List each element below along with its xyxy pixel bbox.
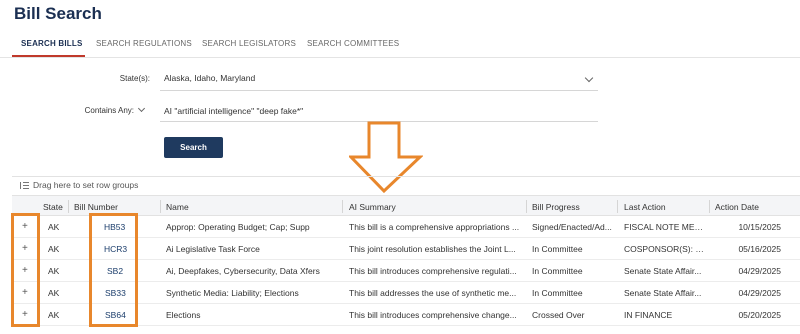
cell-name: Synthetic Media: Liability; Elections xyxy=(166,288,299,298)
column-separator[interactable] xyxy=(68,200,69,213)
cell-action-date: 05/20/2025 xyxy=(738,310,781,320)
contains-input[interactable]: AI "artificial intelligence" "deep fake*… xyxy=(164,106,303,116)
cell-ai-summary: This bill addresses the use of synthetic… xyxy=(349,288,517,298)
cell-action-date: 05/16/2025 xyxy=(738,244,781,254)
cell-state: AK xyxy=(48,310,60,320)
tab-search-regulations[interactable]: SEARCH REGULATIONS xyxy=(96,39,192,48)
cell-bill-progress: In Committee xyxy=(532,266,583,276)
chevron-down-icon[interactable] xyxy=(584,73,594,83)
cell-name: Ai, Deepfakes, Cybersecurity, Data Xfers xyxy=(166,266,320,276)
tab-search-bills[interactable]: SEARCH BILLS xyxy=(21,39,83,48)
column-header-name[interactable]: Name xyxy=(166,202,189,212)
state-label: State(s): xyxy=(119,74,150,83)
row-group-bar[interactable]: Drag here to set row groups xyxy=(12,176,800,194)
search-button[interactable]: Search xyxy=(164,137,223,158)
cell-ai-summary: This bill is a comprehensive appropriati… xyxy=(349,222,520,232)
row-group-hint: Drag here to set row groups xyxy=(33,180,139,190)
chevron-down-icon[interactable] xyxy=(137,104,146,113)
column-separator[interactable] xyxy=(160,200,161,213)
cell-state: AK xyxy=(48,266,60,276)
state-select[interactable]: Alaska, Idaho, Maryland xyxy=(164,73,255,83)
tab-search-legislators[interactable]: SEARCH LEGISLATORS xyxy=(202,39,296,48)
tab-bar: SEARCH BILLS SEARCH REGULATIONS SEARCH L… xyxy=(0,34,800,58)
cell-bill-progress: Signed/Enacted/Ad... xyxy=(532,222,612,232)
cell-action-date: 10/15/2025 xyxy=(738,222,781,232)
column-header-action-date[interactable]: Action Date xyxy=(715,202,759,212)
cell-last-action: Senate State Affair... xyxy=(624,266,702,276)
column-header-ai-summary[interactable]: AI Summary xyxy=(349,202,396,212)
cell-bill-progress: Crossed Over xyxy=(532,310,585,320)
cell-action-date: 04/29/2025 xyxy=(738,266,781,276)
column-header-bill-number[interactable]: Bill Number xyxy=(74,202,118,212)
cell-state: AK xyxy=(48,288,60,298)
cell-bill-progress: In Committee xyxy=(532,288,583,298)
cell-action-date: 04/29/2025 xyxy=(738,288,781,298)
page-title: Bill Search xyxy=(14,4,102,23)
contains-label[interactable]: Contains Any: xyxy=(70,106,134,115)
column-separator[interactable] xyxy=(342,200,343,213)
cell-state: AK xyxy=(48,244,60,254)
cell-name: Ai Legislative Task Force xyxy=(166,244,260,254)
column-separator[interactable] xyxy=(709,200,710,213)
row-group-icon xyxy=(20,182,29,189)
annotation-highlight-expand-column xyxy=(11,213,40,327)
column-header-bill-progress[interactable]: Bill Progress xyxy=(532,202,580,212)
cell-ai-summary: This bill introduces comprehensive chang… xyxy=(349,310,517,320)
column-header-last-action[interactable]: Last Action xyxy=(624,202,666,212)
annotation-highlight-bill-number-column xyxy=(89,213,138,327)
state-field-underline xyxy=(160,90,598,91)
cell-bill-progress: In Committee xyxy=(532,244,583,254)
column-separator[interactable] xyxy=(526,200,527,213)
cell-last-action: Senate State Affair... xyxy=(624,288,702,298)
cell-name: Approp: Operating Budget; Cap; Supp xyxy=(166,222,310,232)
column-separator[interactable] xyxy=(617,200,618,213)
cell-last-action: FISCAL NOTE MEM... xyxy=(624,222,708,232)
tab-search-committees[interactable]: SEARCH COMMITTEES xyxy=(307,39,399,48)
cell-state: AK xyxy=(48,222,60,232)
cell-name: Elections xyxy=(166,310,201,320)
cell-last-action: COSPONSOR(S): H... xyxy=(624,244,708,254)
cell-ai-summary: This bill introduces comprehensive regul… xyxy=(349,266,517,276)
cell-last-action: IN FINANCE xyxy=(624,310,673,320)
active-tab-indicator xyxy=(12,55,85,57)
column-header-state[interactable]: State xyxy=(43,202,63,212)
cell-ai-summary: This joint resolution establishes the Jo… xyxy=(349,244,516,254)
